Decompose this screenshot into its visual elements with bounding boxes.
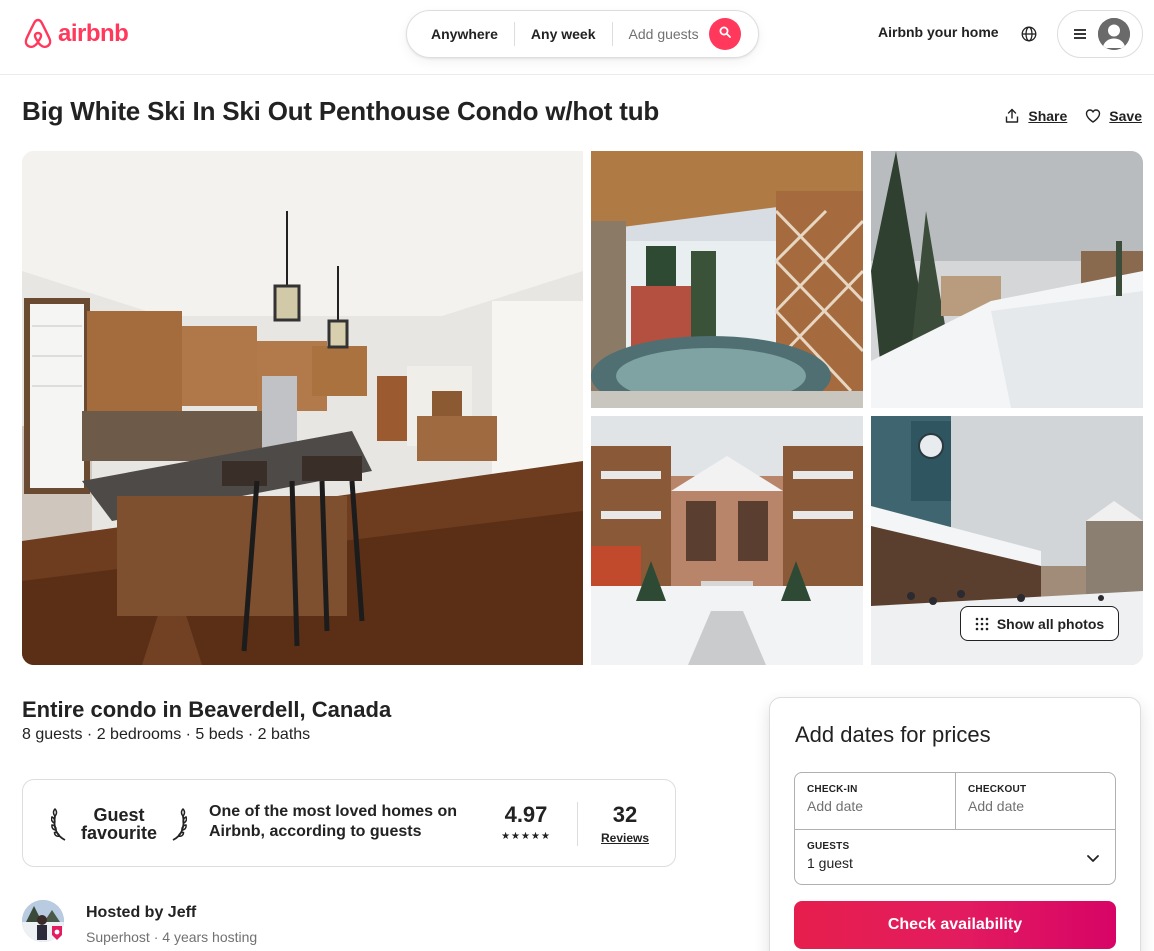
rating-block: 4.97 ★★★★★ xyxy=(495,802,557,844)
share-icon xyxy=(1004,108,1020,124)
airbnb-your-home-link[interactable]: Airbnb your home xyxy=(878,24,999,40)
photo-snow-view[interactable] xyxy=(871,151,1143,408)
listing-actions: Share Save xyxy=(1004,108,1142,124)
rating-divider xyxy=(577,802,578,846)
logo-text: airbnb xyxy=(58,20,129,47)
check-availability-button[interactable]: Check availability xyxy=(794,901,1116,949)
save-label: Save xyxy=(1109,108,1142,124)
search-icon xyxy=(719,25,731,43)
chevron-down-icon[interactable] xyxy=(1085,850,1101,866)
booking-fields: CHECK-IN Add date CHECKOUT Add date GUES… xyxy=(794,772,1116,885)
show-all-photos-button[interactable]: Show all photos xyxy=(960,606,1119,641)
guests-field[interactable]: GUESTS 1 guest xyxy=(795,829,1115,885)
photo-building-exterior[interactable] xyxy=(591,416,863,665)
checkout-field[interactable]: CHECKOUT Add date xyxy=(956,773,1116,829)
user-menu-button[interactable] xyxy=(1057,10,1143,58)
guest-favourite-line2: favourite xyxy=(80,823,158,843)
search-location[interactable]: Anywhere xyxy=(407,22,514,46)
host-name: Hosted by Jeff xyxy=(86,904,197,921)
guest-favourite-line1: Guest xyxy=(93,805,145,825)
laurel-left-icon xyxy=(51,806,71,842)
rating-value: 4.97 xyxy=(504,802,548,827)
review-count: 32 xyxy=(612,802,638,827)
check-in-value: Add date xyxy=(807,798,864,814)
hamburger-menu-icon xyxy=(1072,26,1088,42)
user-avatar-icon xyxy=(1098,18,1130,50)
guest-favourite-card[interactable]: Guest favourite One of the most loved ho… xyxy=(22,779,676,867)
photo-kitchen[interactable] xyxy=(22,151,583,665)
check-in-field[interactable]: CHECK-IN Add date xyxy=(795,773,956,829)
listing-subtitle: Entire condo in Beaverdell, Canada xyxy=(22,697,392,722)
photo-gallery xyxy=(22,151,1143,665)
top-header: airbnb Anywhere Any week Add guests Airb… xyxy=(0,0,1154,75)
heart-icon xyxy=(1085,108,1101,124)
globe-icon[interactable] xyxy=(1018,23,1040,45)
search-bar[interactable]: Anywhere Any week Add guests xyxy=(406,10,759,58)
guest-favourite-label: Guest favourite xyxy=(81,806,157,842)
check-in-label: CHECK-IN xyxy=(807,784,858,795)
reviews-link[interactable]: Reviews xyxy=(595,831,655,845)
search-dates[interactable]: Any week xyxy=(515,22,612,46)
listing-meta: 8 guests · 2 bedrooms · 5 beds · 2 baths xyxy=(22,726,311,743)
booking-title: Add dates for prices xyxy=(795,722,991,747)
guest-favourite-badge: Guest favourite xyxy=(51,802,187,846)
superhost-badge-icon xyxy=(52,926,62,940)
rating-stars: ★★★★★ xyxy=(501,831,551,842)
checkout-label: CHECKOUT xyxy=(968,784,1027,795)
share-button[interactable]: Share xyxy=(1004,108,1067,124)
checkout-value: Add date xyxy=(968,798,1025,814)
search-button[interactable] xyxy=(708,18,741,50)
guests-value: 1 guest xyxy=(807,855,853,871)
host-details: Superhost · 4 years hosting xyxy=(86,929,258,945)
photo-hot-tub[interactable] xyxy=(591,151,863,408)
booking-card: Add dates for prices CHECK-IN Add date C… xyxy=(769,697,1141,951)
laurel-right-icon xyxy=(167,806,187,842)
guest-favourite-description: One of the most loved homes on Airbnb, a… xyxy=(209,803,458,840)
host-text: Hosted by Jeff Superhost · 4 years hosti… xyxy=(86,900,257,945)
airbnb-logo[interactable]: airbnb xyxy=(22,17,129,51)
guests-label: GUESTS xyxy=(807,841,850,852)
listing-title: Big White Ski In Ski Out Penthouse Condo… xyxy=(22,96,660,126)
show-all-photos-label: Show all photos xyxy=(996,615,1105,632)
airbnb-logo-icon xyxy=(22,17,54,51)
search-guests[interactable]: Add guests xyxy=(613,22,707,46)
share-label: Share xyxy=(1028,108,1068,124)
save-button[interactable]: Save xyxy=(1085,108,1142,124)
grid-dots-icon xyxy=(975,617,989,631)
reviews-block[interactable]: 32 Reviews xyxy=(595,802,655,845)
